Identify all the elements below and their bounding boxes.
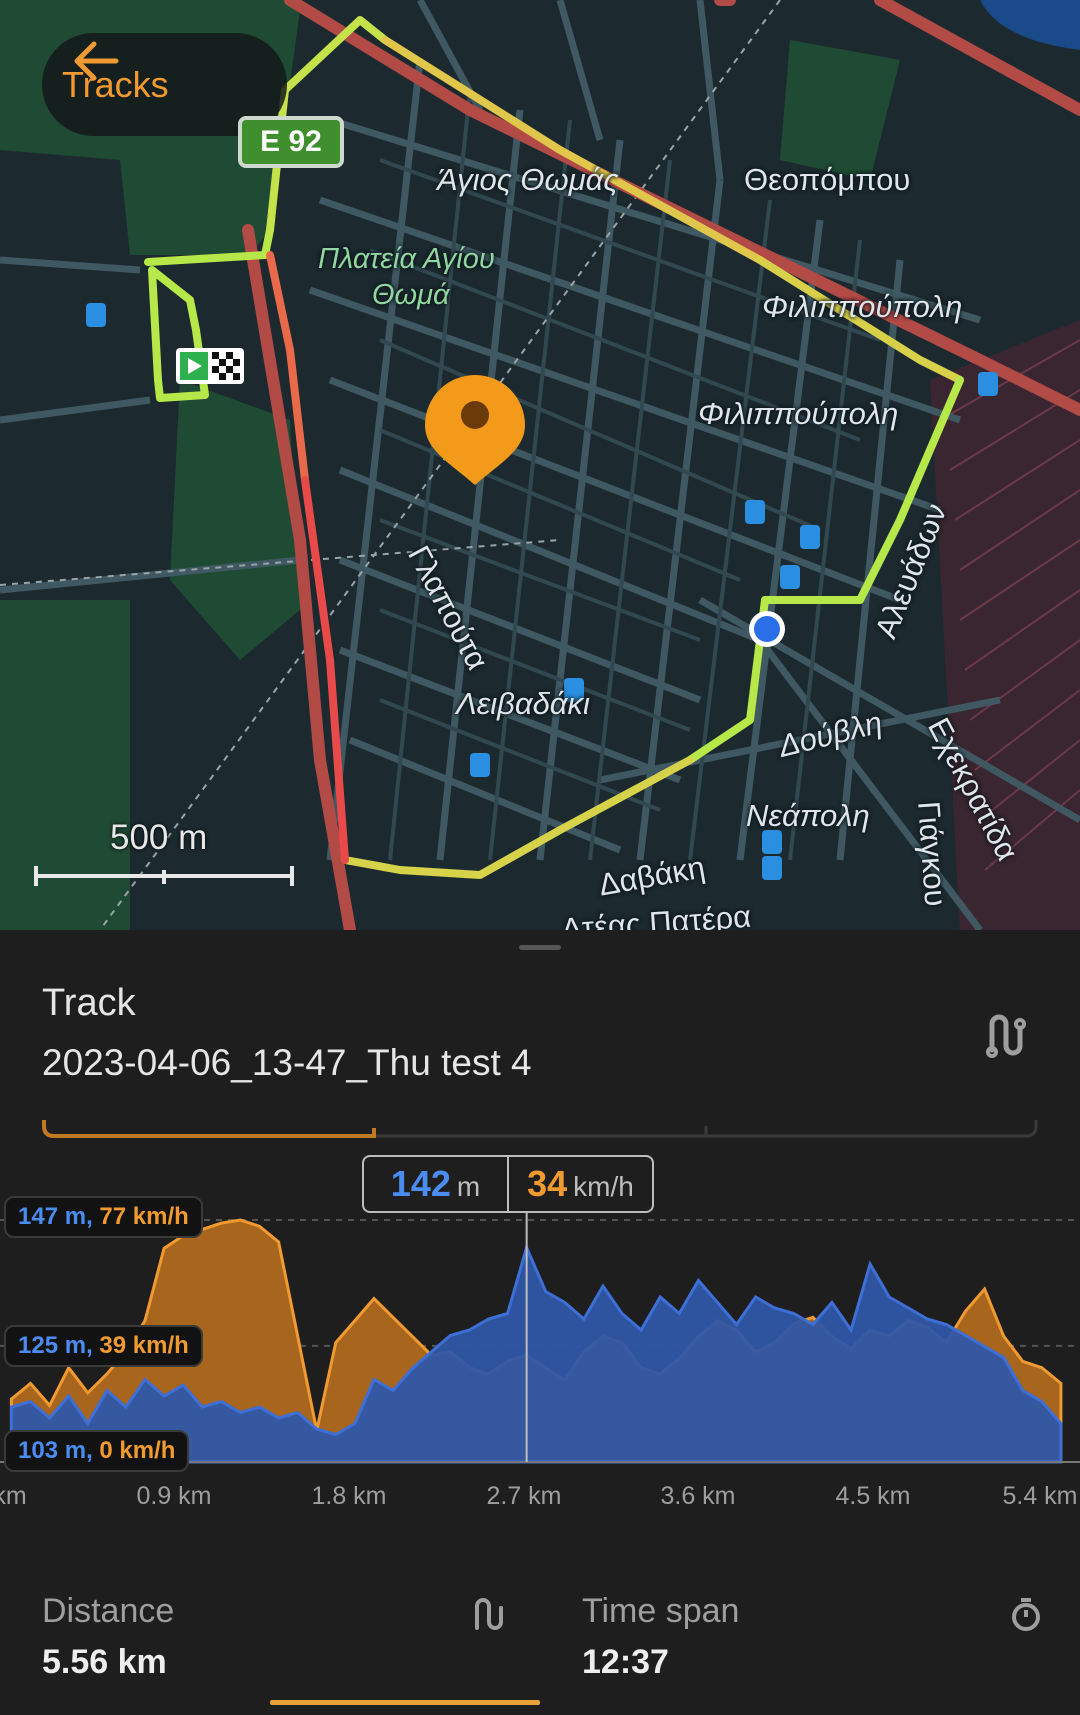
map-label: Γιάγκου [911, 800, 954, 908]
road-badge: E 92 [238, 116, 344, 168]
map-label: Φιλιππούπολη [762, 289, 963, 324]
river [980, 0, 1080, 50]
y-chip-alt: 103 m [18, 1437, 87, 1464]
start-finish-flag-icon [176, 348, 244, 384]
map-canvas [0, 0, 1080, 930]
map-label: Θεοπόμπου [744, 162, 911, 197]
x-tick: 3.6 km [660, 1482, 736, 1510]
park-area [780, 40, 900, 180]
x-tick: 5.4 km [1002, 1482, 1078, 1510]
current-position-dot-icon [749, 611, 785, 647]
map-label: Πλατεία Αγίου [318, 243, 495, 275]
location-pin-icon [425, 375, 525, 485]
park-area [0, 600, 130, 930]
x-tick: 0.9 km [136, 1482, 212, 1510]
track-name: 2023-04-06_13-47_Thu test 4 [42, 1042, 532, 1083]
x-tick: 2.7 km [486, 1482, 562, 1510]
y-chip-alt: 125 m [18, 1332, 87, 1359]
readout-altitude: 142 [390, 1163, 451, 1204]
tab-strip[interactable] [0, 1118, 1080, 1142]
stopwatch-icon [1012, 1598, 1040, 1631]
distance-route-icon [475, 1598, 503, 1630]
x-tick: 4.5 km [835, 1482, 911, 1510]
back-arrow-icon [74, 41, 119, 81]
timespan-value: 12:37 [582, 1643, 669, 1681]
tab-active-indicator [42, 1120, 376, 1138]
route-icon[interactable] [980, 1010, 1030, 1060]
y-chip-bottom: 103 m, 0 km/h [4, 1430, 190, 1472]
section-title: Track [42, 982, 136, 1024]
y-chip-speed: 39 km/h [99, 1332, 189, 1359]
readout-altitude-unit: m [456, 1171, 481, 1202]
readout-speed: 34 [527, 1163, 568, 1204]
chart-readout: 142 m 34 km/h [362, 1155, 654, 1213]
y-chip-speed: 0 km/h [99, 1437, 176, 1464]
distance-value: 5.56 km [42, 1643, 167, 1681]
map-view[interactable]: Tracks E 92 Άγιος Θωμάς Θεοπόμπου Πλατεί… [0, 0, 1080, 930]
stats-tab-indicator[interactable] [270, 1700, 540, 1705]
y-chip-top: 147 m, 77 km/h [4, 1196, 203, 1238]
scale-label: 500 m [110, 818, 208, 857]
map-label: Άγιος Θωμάς [437, 162, 619, 197]
y-chip-mid: 125 m, 39 km/h [4, 1325, 203, 1367]
y-chip-speed: 77 km/h [99, 1203, 189, 1230]
map-label: Λειβαδάκι [456, 686, 590, 721]
x-tick: km [0, 1482, 27, 1510]
readout-speed-unit: km/h [573, 1171, 634, 1202]
distance-label: Distance [42, 1592, 175, 1630]
x-tick: 1.8 km [311, 1482, 387, 1510]
map-label: Θωμά [372, 279, 450, 311]
sheet-drag-handle[interactable] [519, 945, 561, 950]
map-label: Φιλιππούπολη [698, 396, 899, 431]
map-label: Νεάπολη [746, 798, 870, 833]
timespan-label: Time span [582, 1592, 740, 1630]
y-chip-alt: 147 m [18, 1203, 87, 1230]
